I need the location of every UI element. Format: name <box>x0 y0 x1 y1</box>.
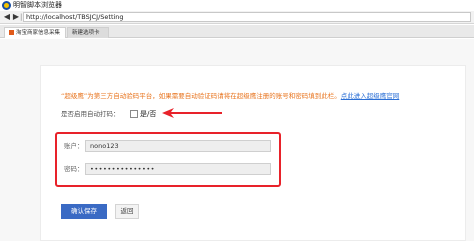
captcha-notice: “超级鹰”为第三方自动验码平台，如果需要自动验证码请将在超级鹰注册的账号和密码填… <box>61 92 461 101</box>
tab-new[interactable]: 新建选项卡 <box>67 27 109 38</box>
tab-favicon-icon <box>9 30 14 35</box>
tab-bar: 淘宝商家信息采集 新建选项卡 <box>0 25 474 38</box>
nav-separator: | <box>20 13 23 21</box>
tab-taobao-collect[interactable]: 淘宝商家信息采集 <box>4 27 66 38</box>
chaojiying-site-link[interactable]: 点此进入超级鹰官网 <box>341 92 400 100</box>
address-text: http://localhost/TBSJCJ/Setting <box>26 13 124 21</box>
back-button[interactable]: 返回 <box>115 204 139 219</box>
title-bar: 明智脚本浏览器 <box>0 0 474 11</box>
auto-captcha-label: 是否启用自动打码： <box>61 110 120 118</box>
settings-panel: “超级鹰”为第三方自动验码平台，如果需要自动验证码请将在超级鹰注册的账号和密码填… <box>40 65 466 241</box>
password-input[interactable]: ••••••••••••••• <box>85 163 271 175</box>
password-label: 密码： <box>64 165 84 173</box>
navigation-bar: ◀ ▶ | http://localhost/TBSJCJ/Setting <box>0 11 474 24</box>
account-input[interactable]: nono123 <box>85 140 271 152</box>
address-bar[interactable]: http://localhost/TBSJCJ/Setting <box>23 12 471 22</box>
notice-text: “超级鹰”为第三方自动验码平台，如果需要自动验证码请将在超级鹰注册的账号和密码填… <box>61 92 341 100</box>
confirm-save-button[interactable]: 确认保存 <box>61 204 107 219</box>
auto-captcha-option-text: 是/否 <box>140 110 157 118</box>
browser-logo-icon <box>2 1 11 10</box>
tab-label: 新建选项卡 <box>72 30 100 36</box>
tab-label: 淘宝商家信息采集 <box>16 30 61 36</box>
red-arrow-icon <box>162 108 222 118</box>
account-label: 账户： <box>64 142 84 150</box>
page-content: “超级鹰”为第三方自动验码平台，如果需要自动验证码请将在超级鹰注册的账号和密码填… <box>0 39 474 241</box>
auto-captcha-checkbox[interactable] <box>130 110 138 118</box>
window-title: 明智脚本浏览器 <box>13 1 62 9</box>
